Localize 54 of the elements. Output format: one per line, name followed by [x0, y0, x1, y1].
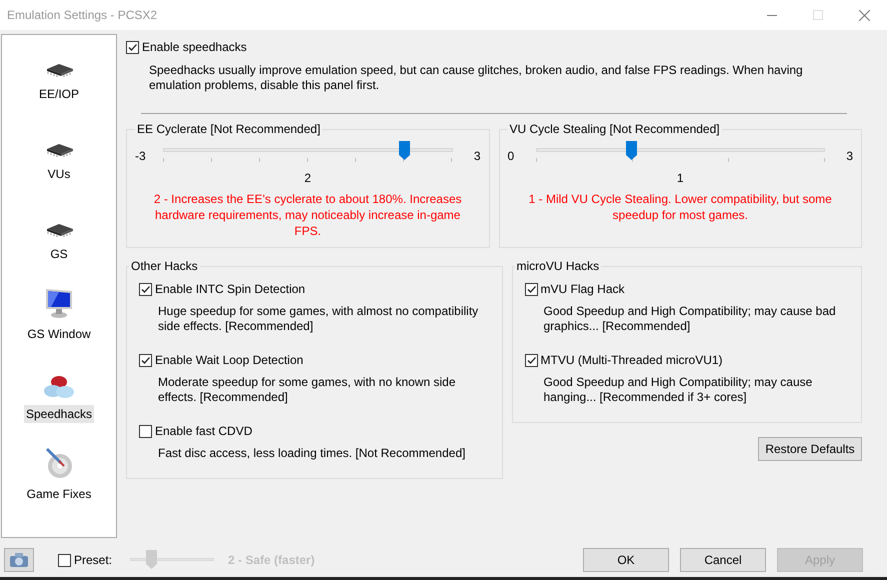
slider[interactable]: [163, 141, 452, 163]
hack-description: Fast disc access, less loading times. [Not Recommended]: [158, 446, 466, 461]
maximize-icon: [813, 10, 823, 20]
sidebar-item[interactable]: VUs: [46, 165, 72, 183]
pills-icon: [43, 373, 75, 399]
dialog-button[interactable]: OK: [583, 548, 669, 572]
sidebar-item[interactable]: Speedhacks: [24, 405, 94, 423]
window-title: Emulation Settings - PCSX2: [7, 7, 158, 24]
slider-max-label: 3: [472, 148, 480, 165]
restore-defaults-button[interactable]: Restore Defaults: [758, 437, 862, 461]
camera-icon: [9, 552, 29, 568]
group-title: Other Hacks: [130, 258, 199, 275]
slider-value: 1: [676, 170, 684, 187]
checkbox-label: Enable speedhacks: [142, 39, 247, 56]
speedhacks-description: Speedhacks usually improve emulation speed, but can cause glitches, broken audio, and false FPS readings. When having emulation problems, disable this panel first.: [149, 63, 804, 93]
sidebar-item[interactable]: GS: [48, 245, 70, 263]
slider[interactable]: [536, 141, 825, 163]
close-icon: [858, 10, 870, 20]
dialog-button[interactable]: Cancel: [680, 548, 766, 572]
checkbox-label: Enable fast CDVD: [155, 423, 252, 440]
checkbox-label: MTVU (Multi-Threaded microVU1): [540, 352, 723, 369]
checkbox-label: mVU Flag Hack: [540, 281, 625, 298]
sidebar-item[interactable]: Game Fixes: [24, 485, 94, 503]
screenshot-button[interactable]: [4, 548, 34, 572]
checkbox[interactable]: [139, 354, 152, 366]
checkbox[interactable]: [524, 354, 538, 366]
slider-description: 2 - Increases the EE's cyclerate to about 180%. Increases hardware requirements, may noticeably increase in-game FPS.: [152, 191, 463, 239]
checkbox[interactable]: [524, 282, 538, 296]
slider-min-label: 0: [508, 148, 516, 165]
hack-description: Huge speedup for some games, with almost no compatibility side effects. [Recommended]: [158, 304, 480, 334]
minimize-icon: [767, 14, 777, 16]
slider-thumb[interactable]: [626, 141, 638, 160]
slider-description: 1 - Mild VU Cycle Stealing. Lower compatibility, but some speedup for most games.: [528, 191, 833, 223]
checkbox-label: Enable INTC Spin Detection: [155, 281, 306, 298]
slider-max-label: 3: [845, 148, 853, 165]
slider-min-label: -3: [135, 148, 147, 165]
group-title: microVU Hacks: [516, 258, 600, 275]
preset-slider[interactable]: [130, 550, 214, 570]
checkbox[interactable]: [139, 282, 152, 296]
checkbox[interactable]: [139, 424, 152, 438]
sidebar-item[interactable]: EE/IOP: [36, 85, 81, 103]
disc-icon: [43, 447, 75, 479]
checkbox[interactable]: [126, 40, 139, 54]
group-title: VU Cycle Stealing [Not Recommended]: [508, 121, 721, 138]
hack-description: Moderate speedup for some games, with no known side effects. [Recommended]: [158, 375, 456, 405]
preset-label: Preset:: [74, 552, 112, 569]
checkbox-label: Enable Wait Loop Detection: [155, 352, 304, 369]
slider-thumb[interactable]: [398, 141, 410, 160]
group-title: EE Cyclerate [Not Recommended]: [136, 121, 322, 138]
slider-value: 2: [304, 170, 312, 187]
hack-description: Good Speedup and High Compatibility; may cause hanging... [Recommended if 3+ cores]: [544, 375, 814, 405]
hack-description: Good Speedup and High Compatibility; may cause bad graphics... [Recommended]: [544, 304, 837, 334]
sidebar-item[interactable]: GS Window: [25, 325, 93, 343]
monitor-icon: [43, 287, 75, 319]
